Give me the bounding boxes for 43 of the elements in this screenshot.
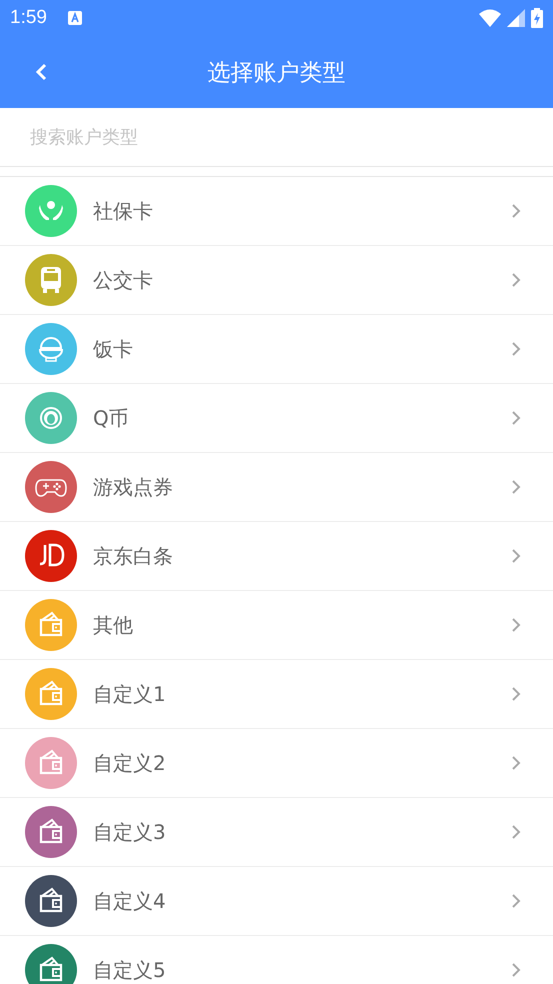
account-type-item[interactable]: 京东白条 [0,522,553,591]
item-label: 自定义2 [93,750,166,776]
chevron-icon [511,962,521,978]
account-type-item[interactable]: 自定义2 [0,729,553,798]
chevron-icon [511,755,521,771]
chevron-icon [511,893,521,909]
account-type-item[interactable]: 自定义5 [0,936,553,984]
chevron-icon [511,479,521,495]
chevron-icon [511,548,521,564]
account-type-item[interactable]: 自定义4 [0,867,553,936]
notification-icon [66,10,83,26]
signal-icon [507,9,525,27]
item-label: 自定义1 [93,680,166,708]
item-label: 自定义3 [93,818,166,846]
item-label: 自定义4 [93,888,166,914]
chevron-icon [511,203,521,219]
account-type-item[interactable]: 游戏点券 [0,453,553,522]
chevron-icon [511,410,521,426]
chevron-icon [511,272,521,288]
account-type-item[interactable]: 自定义1 [0,660,553,729]
item-label: 自定义5 [93,956,166,984]
item-label: 游戏点券 [93,474,173,500]
item-label: 京东白条 [93,542,173,570]
item-label: 饭卡 [93,336,133,362]
item-label: 公交卡 [93,266,153,294]
battery-icon [531,8,543,28]
chevron-icon [511,824,521,840]
item-label: 社保卡 [93,198,153,224]
item-label: Q币 [93,404,129,432]
account-type-item[interactable]: 饭卡 [0,315,553,384]
chevron-icon [511,617,521,633]
account-type-item[interactable]: 其他 [0,591,553,660]
account-type-item[interactable]: 社保卡 [0,177,553,246]
back-icon [34,62,48,82]
wifi-icon [479,9,501,27]
account-type-item[interactable]: 公交卡 [0,246,553,315]
account-type-item[interactable]: 自定义3 [0,798,553,867]
page-title: 选择账户类型 [208,60,346,86]
status-time: 1:59 [10,7,47,29]
chevron-icon [511,686,521,702]
item-label: 其他 [93,612,133,638]
account-type-item[interactable]: Q币 [0,384,553,453]
chevron-icon [511,341,521,357]
